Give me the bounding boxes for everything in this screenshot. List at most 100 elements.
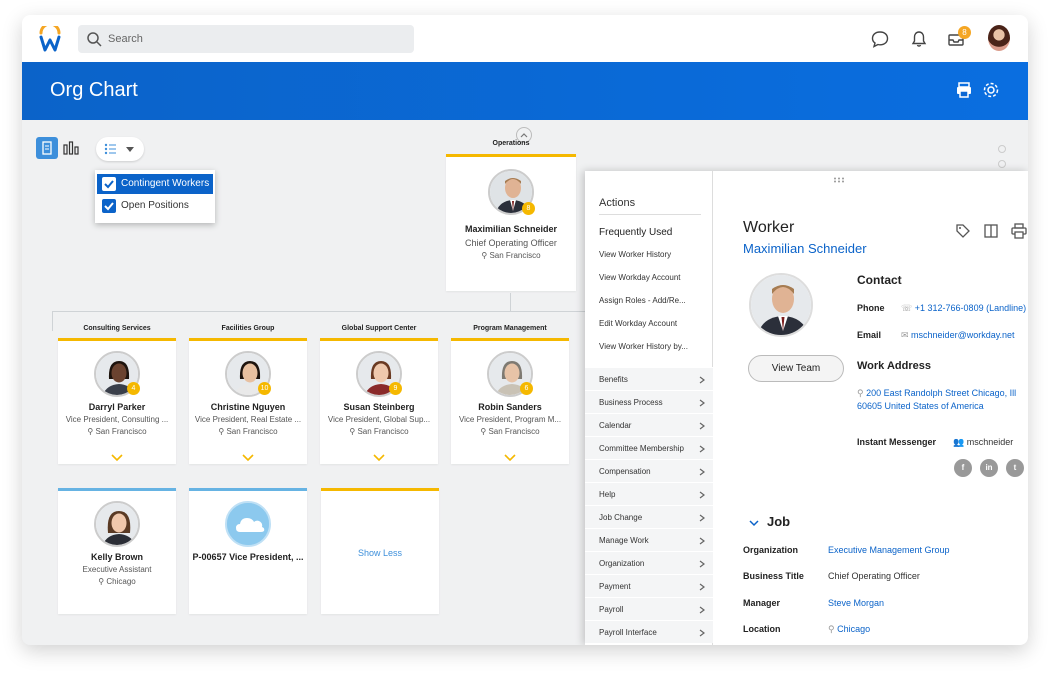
frequent-action-item[interactable]: Assign Roles - Add/Re...: [599, 296, 686, 305]
filter-dropdown-button[interactable]: [96, 137, 144, 161]
bell-icon[interactable]: [909, 29, 929, 49]
report-card[interactable]: 4 Darryl Parker Vice President, Consulting…: [58, 338, 176, 464]
search-icon: [87, 32, 102, 47]
report-card[interactable]: 6 Robin Sanders Vice President, Program M.…: [451, 338, 569, 464]
tag-icon[interactable]: [955, 223, 971, 239]
work-address-heading: Work Address: [857, 360, 931, 372]
document-icon: [42, 141, 52, 155]
app-window: Search 8 Org Chart Contingent Workers Op…: [22, 15, 1028, 645]
employee-location: ⚲ San Francisco: [349, 427, 409, 436]
action-category-item[interactable]: Calendar: [585, 413, 713, 436]
direct-reports-count: 9: [389, 382, 402, 395]
employee-title: Vice President, Real Estate ...: [194, 415, 302, 424]
expand-chevron-icon[interactable]: [504, 454, 516, 462]
print-icon[interactable]: [955, 81, 973, 99]
chevron-right-icon: [699, 399, 705, 407]
workday-logo[interactable]: [38, 26, 62, 52]
filter-option-contingent[interactable]: Contingent Workers: [97, 174, 213, 194]
expand-chevron-icon[interactable]: [111, 454, 123, 462]
action-category-item[interactable]: Payment: [585, 574, 713, 597]
assistant-card[interactable]: Kelly Brown Executive Assistant ⚲ Chicag…: [58, 488, 176, 614]
action-category-item[interactable]: Organization: [585, 551, 713, 574]
frequent-action-item[interactable]: View Workday Account: [599, 273, 681, 282]
search-box[interactable]: Search: [78, 25, 414, 53]
employee-location: ⚲ San Francisco: [480, 427, 540, 436]
manager-value[interactable]: Steve Morgan: [828, 598, 884, 608]
action-category-item[interactable]: Committee Membership: [585, 436, 713, 459]
employee-name: Susan Steinberg: [343, 402, 415, 412]
action-category-item[interactable]: Compensation: [585, 459, 713, 482]
action-category-item[interactable]: Help: [585, 482, 713, 505]
open-position-card[interactable]: P-00657 Vice President, ...: [189, 488, 307, 614]
chart-view-button[interactable]: [60, 137, 82, 159]
linkedin-icon[interactable]: in: [980, 459, 998, 477]
organization-value[interactable]: Executive Management Group: [828, 545, 950, 555]
user-avatar[interactable]: [988, 25, 1010, 51]
checkbox-checked-icon: [102, 177, 116, 191]
twitter-icon[interactable]: t: [1006, 459, 1024, 477]
action-category-item[interactable]: Job Change: [585, 505, 713, 528]
show-less-link[interactable]: Show Less: [321, 548, 439, 558]
job-heading: Job: [767, 514, 791, 529]
top-bar: Search 8: [22, 15, 1028, 62]
search-input[interactable]: Search: [108, 33, 143, 45]
frequent-action-item[interactable]: View Worker History by...: [599, 342, 688, 351]
direct-reports-count: 6: [520, 382, 533, 395]
view-team-button[interactable]: View Team: [748, 355, 844, 382]
action-category-item[interactable]: Benefits: [585, 367, 713, 390]
chat-icon[interactable]: [870, 29, 890, 49]
top-manager-card[interactable]: 8 Maximilian Schneider Chief Operating O…: [446, 154, 576, 291]
employee-title: Vice President, Global Sup...: [327, 415, 431, 424]
email-value[interactable]: ✉ mschneider@workday.net: [901, 330, 1015, 341]
frequent-action-item[interactable]: Edit Workday Account: [599, 319, 677, 328]
frequently-used-title: Frequently Used: [599, 227, 673, 238]
org-chart-icon: [63, 141, 79, 155]
report-card[interactable]: 10 Christine Nguyen Vice President, Real E…: [189, 338, 307, 464]
report-card[interactable]: 9 Susan Steinberg Vice President, Global S…: [320, 338, 438, 464]
employee-title: Executive Assistant: [82, 565, 152, 574]
position-photo: [225, 501, 271, 547]
caret-down-icon: [126, 147, 134, 152]
chevron-down-icon[interactable]: [749, 519, 759, 527]
worker-panel: Actions Frequently Used View Worker Hist…: [585, 171, 1028, 645]
filter-option-open-positions[interactable]: Open Positions: [97, 196, 213, 216]
organization-label: Organization: [743, 545, 799, 555]
show-less-card[interactable]: Show Less: [321, 488, 439, 614]
facebook-icon[interactable]: f: [954, 459, 972, 477]
print-icon[interactable]: [1011, 223, 1027, 239]
phone-icon: ☏: [901, 303, 915, 313]
gear-icon[interactable]: [982, 81, 1000, 99]
direct-reports-count: 8: [522, 202, 535, 215]
actions-title: Actions: [599, 197, 636, 209]
worker-name-link[interactable]: Maximilian Schneider: [743, 241, 867, 256]
phone-value[interactable]: ☏ +1 312-766-0809 (Landline): [901, 303, 1026, 314]
list-filter-icon: [104, 143, 116, 155]
address-line1[interactable]: ⚲ 200 East Randolph Street Chicago, Ill: [857, 388, 1016, 399]
expand-chevron-icon[interactable]: [242, 454, 254, 462]
action-category-item[interactable]: Manage Work: [585, 528, 713, 551]
employee-title: Vice President, Program M...: [458, 415, 562, 424]
frequent-action-item[interactable]: View Worker History: [599, 250, 671, 259]
action-category-item[interactable]: Business Process: [585, 390, 713, 413]
address-line2[interactable]: 60605 United States of America: [857, 401, 984, 411]
org-group-label: Consulting Services: [83, 325, 151, 332]
chevron-right-icon: [699, 422, 705, 430]
employee-name: Maximilian Schneider: [464, 224, 558, 234]
action-category-item[interactable]: Payroll Interface: [585, 620, 713, 643]
expand-chevron-icon[interactable]: [373, 454, 385, 462]
employee-location: ⚲ Chicago: [98, 577, 136, 586]
scroll-indicator: [998, 145, 1006, 153]
assistant-photo: [94, 501, 140, 547]
list-view-button[interactable]: [36, 137, 58, 159]
compare-icon[interactable]: [983, 223, 999, 239]
action-category-item[interactable]: Payroll: [585, 597, 713, 620]
checkbox-checked-icon: [102, 199, 116, 213]
filter-menu: Contingent Workers Open Positions: [95, 170, 215, 223]
chevron-right-icon: [699, 583, 705, 591]
location-value[interactable]: ⚲ Chicago: [828, 624, 870, 635]
inbox-count-badge: 8: [958, 26, 971, 39]
employee-name: Kelly Brown: [90, 552, 143, 562]
employee-location: ⚲ San Francisco: [87, 427, 147, 436]
page-title: Org Chart: [50, 79, 138, 101]
drag-handle-icon[interactable]: [833, 177, 847, 183]
